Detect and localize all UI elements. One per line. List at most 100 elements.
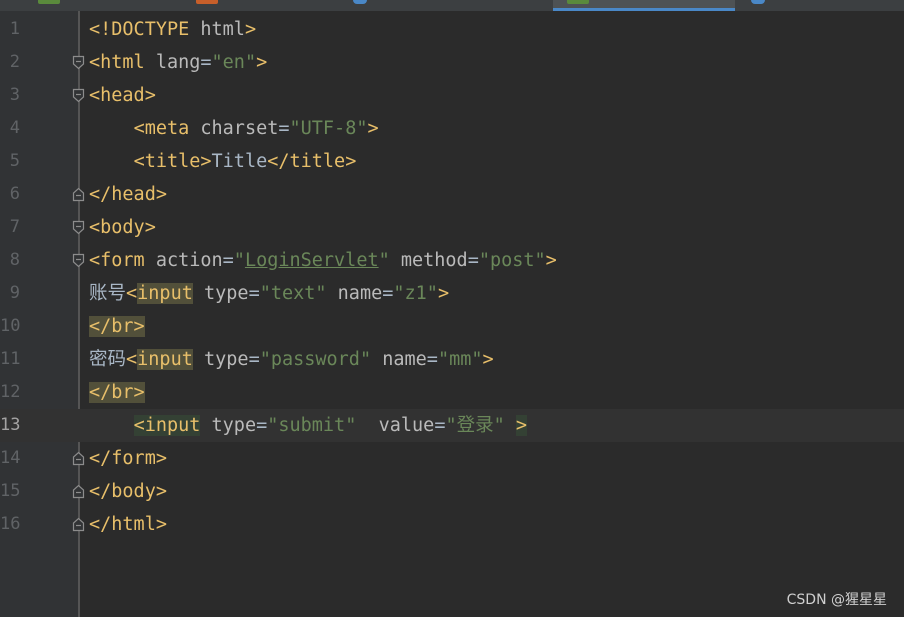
editor-tab-4[interactable] (553, 0, 735, 11)
code-token: > (367, 118, 379, 139)
code-line[interactable]: 3 <head> (0, 79, 904, 112)
code-token: Title (211, 151, 268, 172)
code-token: </html> (89, 514, 167, 535)
line-number: 12 (0, 382, 20, 402)
fold-start-icon[interactable] (72, 88, 85, 103)
editor-tab-3[interactable] (345, 0, 545, 11)
fold-end-icon[interactable] (72, 451, 85, 466)
code-token: input (137, 349, 193, 370)
code-token: </body> (89, 481, 167, 502)
code-token: = (467, 250, 479, 271)
line-number: 15 (0, 481, 20, 501)
code-token: method (389, 250, 468, 271)
code-line[interactable]: 10 </br> (0, 310, 904, 343)
code-text[interactable]: </head> (89, 178, 167, 211)
code-token: action (155, 250, 223, 271)
code-token: <input (133, 415, 201, 436)
code-token: input (137, 283, 193, 304)
code-token: "mm" (437, 349, 483, 370)
fold-start-icon[interactable] (72, 253, 85, 268)
code-token: "post" (478, 250, 546, 271)
code-text[interactable]: 密码<input type="password" name="mm"> (89, 343, 494, 376)
code-line[interactable]: 5 <title>Title</title> (0, 145, 904, 178)
code-text[interactable]: 账号<input type="text" name="z1"> (89, 277, 449, 310)
code-token: "z1" (393, 283, 438, 304)
code-text[interactable]: <html lang="en"> (89, 46, 267, 79)
line-number: 3 (9, 85, 20, 105)
code-line[interactable]: 12 </br> (0, 376, 904, 409)
editor-tab-5[interactable] (745, 0, 904, 11)
code-text[interactable]: </body> (89, 475, 167, 508)
file-type-icon (567, 0, 589, 4)
code-token: "password" (259, 349, 372, 370)
code-token: "submit" (267, 415, 357, 436)
code-token: <form (89, 250, 156, 271)
code-line[interactable]: 15 </body> (0, 475, 904, 508)
code-line[interactable]: 2 <html lang="en"> (0, 46, 904, 79)
editor-tab-1[interactable] (30, 0, 150, 11)
code-line[interactable]: 7 <body> (0, 211, 904, 244)
code-line[interactable]: 16 </html> (0, 508, 904, 541)
code-text[interactable]: <body> (89, 211, 156, 244)
code-token: = (256, 415, 268, 436)
fold-end-icon[interactable] (72, 484, 85, 499)
code-token: type (200, 415, 257, 436)
code-token: name (326, 283, 383, 304)
code-text[interactable]: </br> (89, 310, 145, 343)
code-line[interactable]: 1 <!DOCTYPE html> (0, 13, 904, 46)
code-text[interactable]: <title>Title</title> (89, 145, 357, 178)
code-token: name (371, 349, 427, 370)
code-token: html (200, 19, 245, 40)
code-text[interactable]: <form action="LoginServlet" method="post… (89, 244, 557, 277)
code-text[interactable]: </form> (89, 442, 167, 475)
code-text[interactable]: <meta charset="UTF-8"> (89, 112, 379, 145)
code-line[interactable]: 14 </form> (0, 442, 904, 475)
code-line[interactable]: 9 账号<input type="text" name="z1"> (0, 277, 904, 310)
code-token: "登录" (445, 415, 505, 436)
code-text[interactable]: <head> (89, 79, 156, 112)
fold-start-icon[interactable] (72, 55, 85, 70)
code-line[interactable]: 4 <meta charset="UTF-8"> (0, 112, 904, 145)
code-token: " (233, 250, 245, 271)
fold-end-icon[interactable] (72, 517, 85, 532)
code-token: 账号 (89, 283, 127, 304)
code-token: = (426, 349, 438, 370)
code-token: lang (155, 52, 201, 73)
code-token: </br> (89, 316, 145, 337)
line-number: 2 (9, 52, 20, 72)
code-text[interactable]: <input type="submit" value="登录" > (89, 409, 528, 442)
code-token: </br> (89, 382, 145, 403)
code-token: > (256, 52, 268, 73)
code-token: = (434, 415, 446, 436)
code-token: <head> (89, 85, 156, 106)
code-token: <meta (133, 118, 201, 139)
code-token: type (192, 349, 249, 370)
code-token: value (356, 415, 435, 436)
code-text[interactable]: <!DOCTYPE html> (89, 13, 256, 46)
code-text[interactable]: </br> (89, 376, 145, 409)
code-line[interactable]: 8 <form action="LoginServlet" method="pos… (0, 244, 904, 277)
code-token: <html (89, 52, 156, 73)
code-token: </title> (267, 151, 357, 172)
fold-end-icon[interactable] (72, 187, 85, 202)
code-line[interactable]: 6 </head> (0, 178, 904, 211)
line-number: 8 (9, 250, 20, 270)
code-text[interactable]: </html> (89, 508, 167, 541)
editor-tab-bar (0, 0, 904, 11)
editor-tab-2[interactable] (190, 0, 330, 11)
code-token: = (278, 118, 290, 139)
code-token: > (482, 349, 494, 370)
code-line[interactable]: 11 密码<input type="password" name="mm"> (0, 343, 904, 376)
fold-start-icon[interactable] (72, 220, 85, 235)
code-token: = (382, 283, 394, 304)
code-token: "en" (211, 52, 257, 73)
code-token: " (378, 250, 390, 271)
code-line[interactable]: 13 <input type="submit" value="登录" > (0, 409, 904, 442)
file-type-icon (38, 0, 60, 4)
file-type-icon (196, 0, 218, 4)
code-token: LoginServlet (244, 250, 379, 271)
code-token: "text" (259, 283, 327, 304)
line-number: 14 (0, 448, 20, 468)
